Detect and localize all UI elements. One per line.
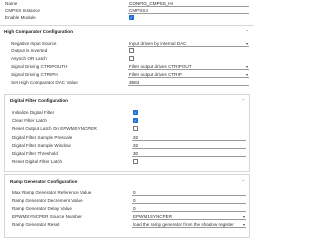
- delay-row: Ramp Generator Delay Value 0: [0, 205, 254, 212]
- reset-filter-latch-row: Reset Digital Filter Latch: [0, 158, 254, 165]
- chevron-up-icon[interactable]: ⌃: [246, 29, 249, 34]
- name-label: Name: [5, 1, 18, 6]
- ramp-reset-row: Ramp Generator Reset load the ramp gener…: [0, 221, 254, 228]
- ctrip-value: Filter output drives CTRIP: [129, 71, 182, 77]
- prescale-row: Digital Filter Sample Prescale 32: [0, 134, 254, 141]
- enable-checkbox[interactable]: ✓: [129, 15, 134, 20]
- clear-latch-checkbox[interactable]: ✓: [133, 118, 138, 123]
- instance-value: CMPSS4: [129, 7, 148, 13]
- name-field[interactable]: CONFIG_CMPSS_HI: [128, 1, 249, 7]
- ctripout-select[interactable]: Filter output drives CTRIPOUT ▾: [128, 64, 249, 70]
- window-row: Digital Filter Sample Window 32: [0, 142, 254, 149]
- reset-filter-latch-label: Reset Digital Filter Latch: [12, 159, 63, 164]
- chevron-up-icon[interactable]: ⌃: [242, 179, 245, 184]
- reset-filter-latch-checkbox[interactable]: [133, 159, 138, 164]
- neg-input-select[interactable]: Input driven by internal DAC ▾: [128, 41, 249, 47]
- chevron-down-icon: ▾: [245, 40, 248, 46]
- max-ref-row: Max Ramp Generator Reference Value 0: [0, 189, 254, 196]
- delay-input[interactable]: 0: [132, 206, 246, 212]
- chevron-up-icon[interactable]: ⌃: [242, 98, 245, 103]
- max-ref-label: Max Ramp Generator Reference Value: [12, 190, 92, 195]
- dac-input[interactable]: 3584: [128, 80, 249, 86]
- window-label: Digital Filter Sample Window: [12, 143, 71, 148]
- ctrip-row: Signal Driving CTRIPH Filter output driv…: [0, 71, 254, 78]
- reset-output-latch-label: Reset Output Latch On EPWMSYNCPER: [12, 126, 97, 131]
- name-row: Name CONFIG_CMPSS_HI: [0, 0, 254, 7]
- window-input[interactable]: 32: [132, 143, 246, 149]
- decrement-input[interactable]: 0: [132, 198, 246, 204]
- async-or-latch-checkbox[interactable]: [129, 56, 134, 61]
- neg-input-row: Negative Input Source Input driven by in…: [0, 40, 254, 47]
- ctripout-value: Filter output drives CTRIPOUT: [129, 63, 192, 69]
- init-filter-row: Initialize Digital Filter ✓: [0, 109, 254, 116]
- delay-label: Ramp Generator Delay Value: [12, 206, 72, 211]
- dac-row: Set High Comparator DAC Value 3584: [0, 79, 254, 86]
- clear-latch-label: Clear Filter Latch: [12, 118, 47, 123]
- divider: [0, 25, 254, 26]
- ramp-generator-header[interactable]: Ramp Generator Configuration: [10, 178, 77, 185]
- neg-input-label: Negative Input Source: [11, 41, 57, 46]
- source-select[interactable]: EPWM1SYNCPER ▾: [132, 214, 246, 220]
- output-inverted-label: Output is Inverted: [11, 48, 48, 53]
- reset-output-latch-row: Reset Output Latch On EPWMSYNCPER: [0, 125, 254, 132]
- clear-latch-row: Clear Filter Latch ✓: [0, 117, 254, 124]
- ctripout-row: Signal Driving CTRIPOUTH Filter output d…: [0, 63, 254, 70]
- source-row: EPWMSYNCPER Source Number EPWM1SYNCPER ▾: [0, 213, 254, 220]
- chevron-down-icon: ▾: [245, 63, 248, 69]
- threshold-row: Digital Filter Threshold 30: [0, 150, 254, 157]
- ctrip-label: Signal Driving CTRIPH: [11, 72, 58, 77]
- decrement-label: Ramp Generator Decrement Value: [12, 198, 83, 203]
- enable-label: Enable Module: [5, 15, 36, 20]
- max-ref-input[interactable]: 0: [132, 190, 246, 196]
- output-inverted-row: Output is Inverted: [0, 47, 254, 54]
- ramp-reset-value: load the ramp generator from the shadow …: [133, 221, 234, 227]
- source-label: EPWMSYNCPER Source Number: [12, 214, 82, 219]
- init-filter-label: Initialize Digital Filter: [12, 110, 55, 115]
- instance-label: CMPSS Instance: [5, 8, 40, 13]
- dac-label: Set High Comparator DAC Value: [11, 80, 78, 85]
- decrement-row: Ramp Generator Decrement Value 0: [0, 197, 254, 204]
- chevron-down-icon: ▾: [242, 221, 245, 227]
- threshold-label: Digital Filter Threshold: [12, 151, 58, 156]
- threshold-input[interactable]: 30: [132, 151, 246, 157]
- instance-row: CMPSS Instance CMPSS4: [0, 7, 254, 14]
- digital-filter-header[interactable]: Digital Filter Configuration: [10, 97, 68, 104]
- ramp-generator-title: Ramp Generator Configuration: [10, 179, 78, 184]
- high-comparator-title: High Comparator Configuration: [4, 29, 73, 34]
- chevron-down-icon: ▾: [242, 213, 245, 219]
- source-value: EPWM1SYNCPER: [133, 213, 173, 219]
- chevron-down-icon: ▾: [245, 71, 248, 77]
- digital-filter-title: Digital Filter Configuration: [10, 98, 68, 103]
- neg-input-value: Input driven by internal DAC: [129, 40, 187, 46]
- prescale-input[interactable]: 32: [132, 135, 246, 141]
- init-filter-checkbox[interactable]: ✓: [133, 110, 138, 115]
- async-or-latch-row: Asynch OR Latch: [0, 55, 254, 62]
- ramp-reset-select[interactable]: load the ramp generator from the shadow …: [132, 222, 246, 228]
- ctrip-select[interactable]: Filter output drives CTRIP ▾: [128, 72, 249, 78]
- high-comparator-header[interactable]: High Comparator Configuration: [4, 28, 73, 35]
- prescale-label: Digital Filter Sample Prescale: [12, 135, 73, 140]
- reset-output-latch-checkbox[interactable]: [133, 126, 138, 131]
- ctripout-label: Signal Driving CTRIPOUTH: [11, 64, 68, 69]
- instance-select[interactable]: CMPSS4: [128, 8, 249, 14]
- output-inverted-checkbox[interactable]: [129, 48, 134, 53]
- async-or-latch-label: Asynch OR Latch: [11, 56, 47, 61]
- enable-row: Enable Module ✓: [0, 14, 254, 21]
- ramp-reset-label: Ramp Generator Reset: [12, 222, 60, 227]
